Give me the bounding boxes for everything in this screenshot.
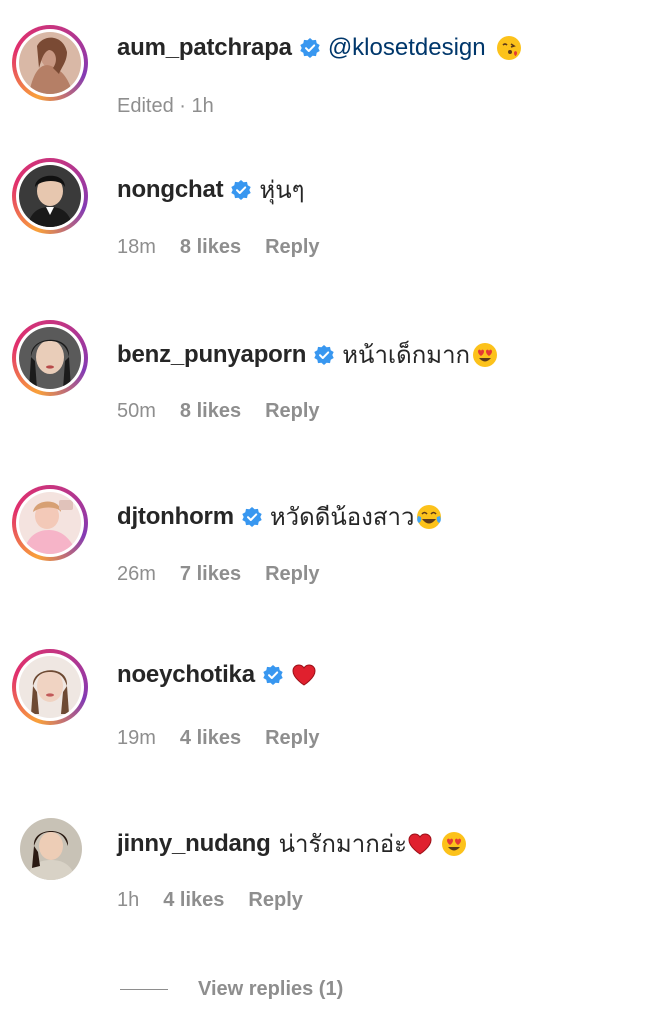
reply-button[interactable]: Reply: [265, 400, 319, 423]
reply-button[interactable]: Reply: [265, 727, 319, 750]
verified-badge-icon: [231, 179, 252, 200]
heart-eyes-emoji-icon: [473, 342, 498, 367]
kissing-face-emoji-icon: [496, 36, 521, 60]
red-heart-emoji-icon: [408, 832, 432, 855]
verified-badge-icon: [242, 506, 262, 527]
comment-username[interactable]: noeychotika: [117, 661, 255, 689]
comment-timestamp: 50m: [117, 400, 156, 422]
likes-count-button[interactable]: 4 likes: [180, 727, 241, 750]
comment-timestamp: 18m: [117, 236, 156, 258]
reply-button[interactable]: Reply: [248, 889, 302, 912]
comment-text: น่ารักมากอ่ะ: [278, 831, 408, 858]
comment-timestamp: 26m: [117, 563, 156, 585]
story-ring[interactable]: [12, 485, 88, 561]
verified-badge-icon: [314, 344, 334, 365]
verified-badge-icon: [300, 38, 320, 58]
reply-button[interactable]: Reply: [265, 236, 319, 259]
verified-badge-icon: [263, 665, 283, 685]
likes-count-button[interactable]: 8 likes: [180, 400, 241, 423]
story-ring[interactable]: [12, 158, 88, 234]
likes-count-button[interactable]: 4 likes: [163, 889, 224, 912]
likes-count-button[interactable]: 7 likes: [180, 563, 241, 586]
likes-count-button[interactable]: 8 likes: [180, 236, 241, 259]
comment-timestamp: 1h: [117, 889, 140, 911]
avatar[interactable]: [19, 492, 81, 554]
comment-username[interactable]: jinny_nudang: [117, 830, 271, 858]
comment-timestamp: 19m: [117, 727, 156, 749]
comment-username[interactable]: aum_patchrapa: [117, 34, 292, 62]
avatar[interactable]: [19, 656, 81, 718]
comment-text: หวัดดีน้องสาว: [269, 504, 415, 531]
tears-of-joy-emoji-icon: [417, 504, 442, 529]
avatar[interactable]: [19, 165, 81, 227]
comment-username[interactable]: benz_punyaporn: [117, 341, 306, 369]
avatar[interactable]: [19, 327, 81, 389]
reply-button[interactable]: Reply: [265, 563, 319, 586]
red-heart-emoji-icon: [292, 664, 316, 686]
comment-text: หน้าเด็กมาก: [342, 342, 471, 369]
story-ring[interactable]: [12, 649, 88, 725]
comment-timestamp: Edited · 1h: [117, 95, 214, 117]
replies-divider: [120, 989, 168, 990]
story-ring[interactable]: [12, 25, 88, 101]
avatar[interactable]: [20, 818, 82, 880]
view-replies-button[interactable]: View replies (1): [120, 978, 343, 1001]
heart-eyes-emoji-icon: [442, 831, 467, 856]
comment-username[interactable]: nongchat: [117, 176, 224, 204]
view-replies-label: View replies (1): [198, 978, 344, 1000]
mention-link[interactable]: @klosetdesign: [328, 34, 486, 62]
avatar[interactable]: [19, 32, 81, 94]
comment-text: หุ่นๆ: [259, 177, 305, 204]
comment-username[interactable]: djtonhorm: [117, 503, 234, 531]
story-ring[interactable]: [12, 320, 88, 396]
